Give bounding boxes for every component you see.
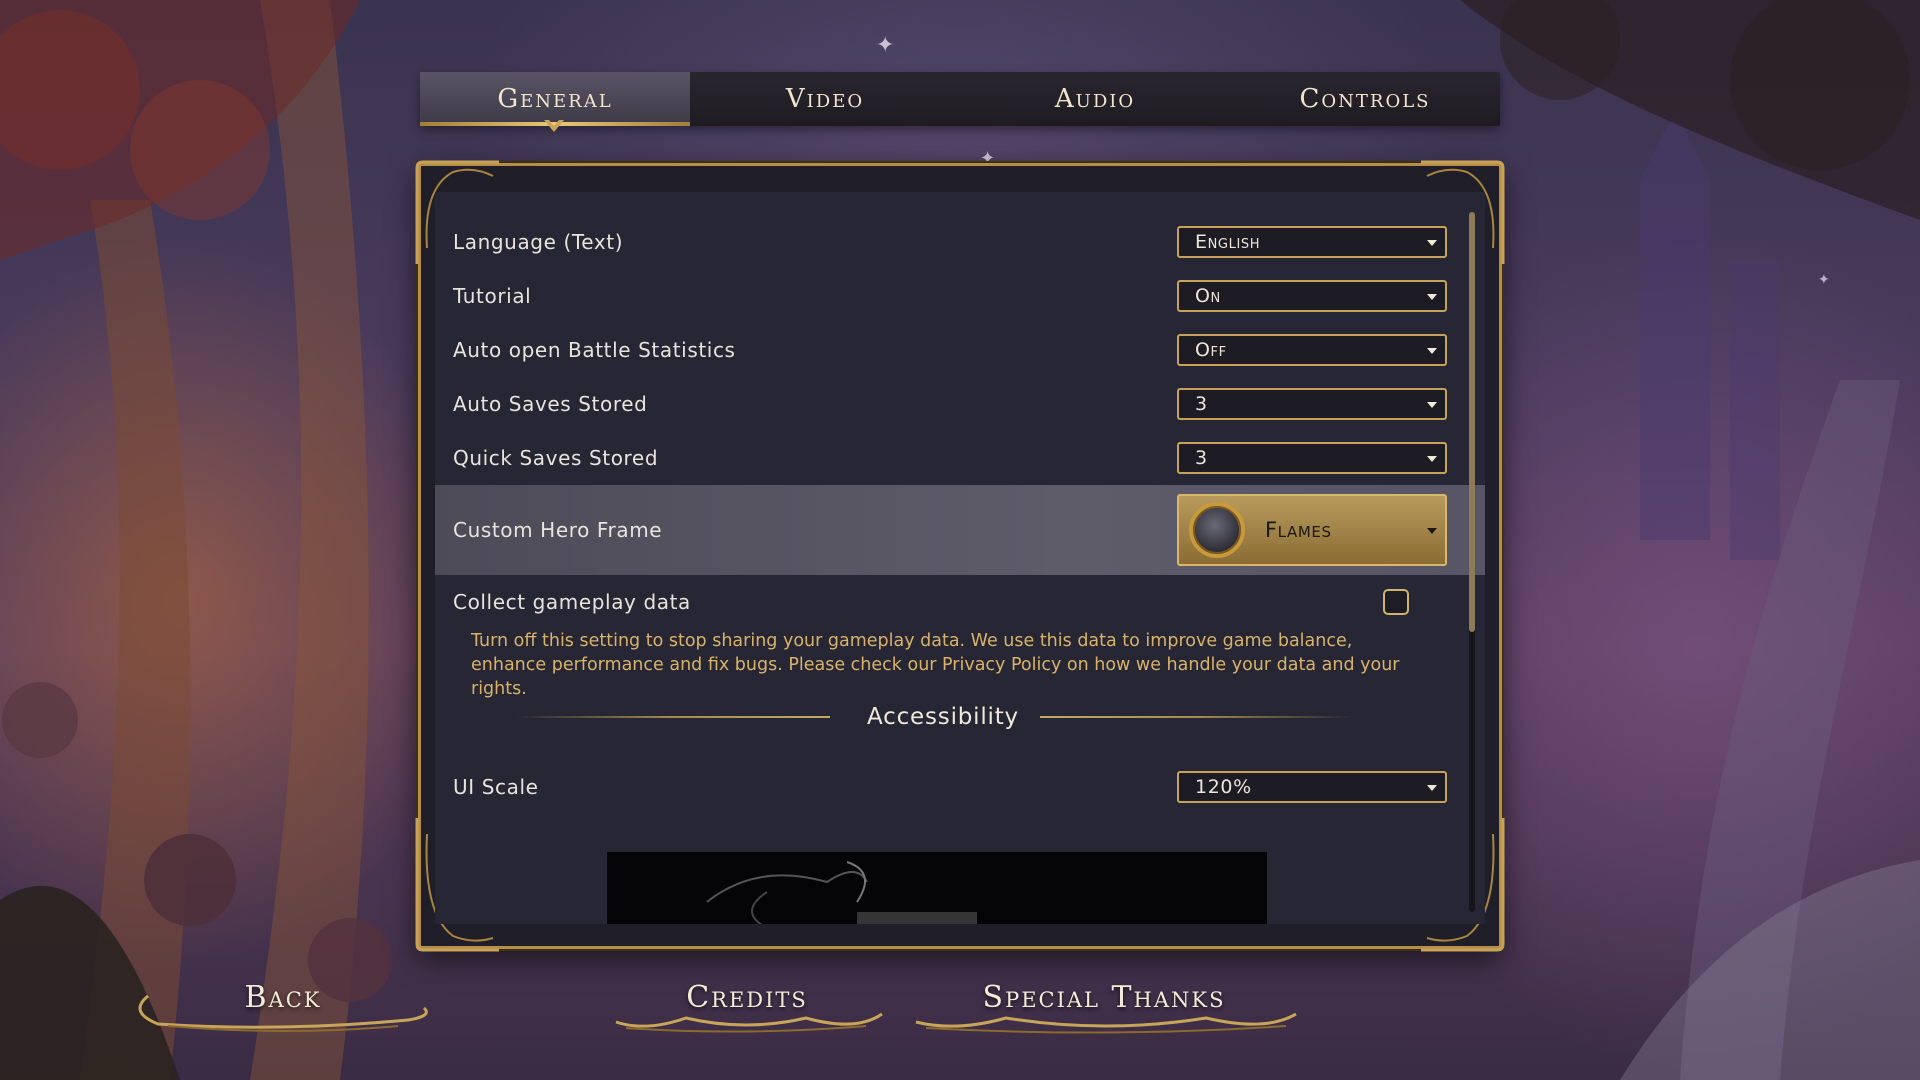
divider [1040,716,1355,718]
button-label: Special Thanks [982,980,1226,1015]
ui-scale-preview-image [607,852,1267,924]
dropdown-value: On [1195,285,1221,307]
chevron-down-icon [1427,456,1437,462]
accessibility-section-header: Accessibility [435,697,1451,737]
special-thanks-button[interactable]: Special Thanks [906,980,1302,1040]
dropdown-value: Flames [1265,518,1332,542]
setting-label: Custom Hero Frame [453,518,663,542]
divider [515,716,830,718]
dropdown-value: 120% [1195,776,1252,798]
quick-saves-dropdown[interactable]: 3 [1177,442,1447,474]
svg-text:✦: ✦ [876,33,894,58]
language-dropdown[interactable]: English [1177,226,1447,258]
setting-label: Auto open Battle Statistics [453,338,736,362]
dropdown-value: Off [1195,339,1227,361]
setting-label: Tutorial [453,284,532,308]
hero-frame-preview-icon [1189,502,1245,558]
section-title: Accessibility [867,704,1019,730]
credits-button[interactable]: Credits [606,980,888,1040]
setting-row-battle-statistics: Auto open Battle Statistics Off [435,323,1451,377]
setting-label: UI Scale [453,775,539,799]
settings-panel-frame: Language (Text) English Tutorial On Auto… [415,160,1505,952]
tutorial-dropdown[interactable]: On [1177,280,1447,312]
tab-video[interactable]: Video [690,72,960,126]
gameplay-data-checkbox[interactable] [1383,589,1409,615]
gameplay-data-info-text: Turn off this setting to stop sharing yo… [471,631,1400,699]
auto-saves-dropdown[interactable]: 3 [1177,388,1447,420]
setting-row-tutorial: Tutorial On [435,269,1451,323]
setting-row-ui-scale: UI Scale 120% [435,760,1451,814]
dropdown-value: English [1195,231,1261,253]
chevron-down-icon [1427,785,1437,791]
battle-statistics-dropdown[interactable]: Off [1177,334,1447,366]
tab-controls[interactable]: Controls [1230,72,1500,126]
chevron-down-icon [1427,294,1437,300]
back-button[interactable]: Back [128,980,438,1040]
tab-audio[interactable]: Audio [960,72,1230,126]
settings-list: Language (Text) English Tutorial On Auto… [435,192,1485,924]
setting-label: Quick Saves Stored [453,446,659,470]
active-tab-marker-icon [544,120,564,132]
setting-label: Auto Saves Stored [453,392,648,416]
chevron-down-icon [1427,528,1437,534]
settings-scrollbar[interactable] [1469,212,1475,912]
setting-row-hero-frame[interactable]: Custom Hero Frame Flames [435,485,1485,575]
setting-row-quick-saves: Quick Saves Stored 3 [435,431,1451,485]
scrollbar-thumb[interactable] [1469,212,1475,632]
button-label: Credits [686,980,808,1015]
setting-row-auto-saves: Auto Saves Stored 3 [435,377,1451,431]
chevron-down-icon [1427,240,1437,246]
setting-row-language: Language (Text) English [435,215,1451,269]
svg-text:✦: ✦ [1818,272,1830,288]
chevron-down-icon [1427,348,1437,354]
setting-row-gameplay-data: Collect gameplay data [435,575,1451,629]
ui-scale-dropdown[interactable]: 120% [1177,771,1447,803]
button-label: Back [244,980,322,1015]
setting-label: Collect gameplay data [453,590,691,614]
settings-tab-bar: General Video Audio Controls [420,72,1500,126]
dropdown-value: 3 [1195,447,1208,469]
dropdown-value: 3 [1195,393,1208,415]
chevron-down-icon [1427,402,1437,408]
hero-frame-dropdown[interactable]: Flames [1177,494,1447,566]
setting-label: Language (Text) [453,230,624,254]
